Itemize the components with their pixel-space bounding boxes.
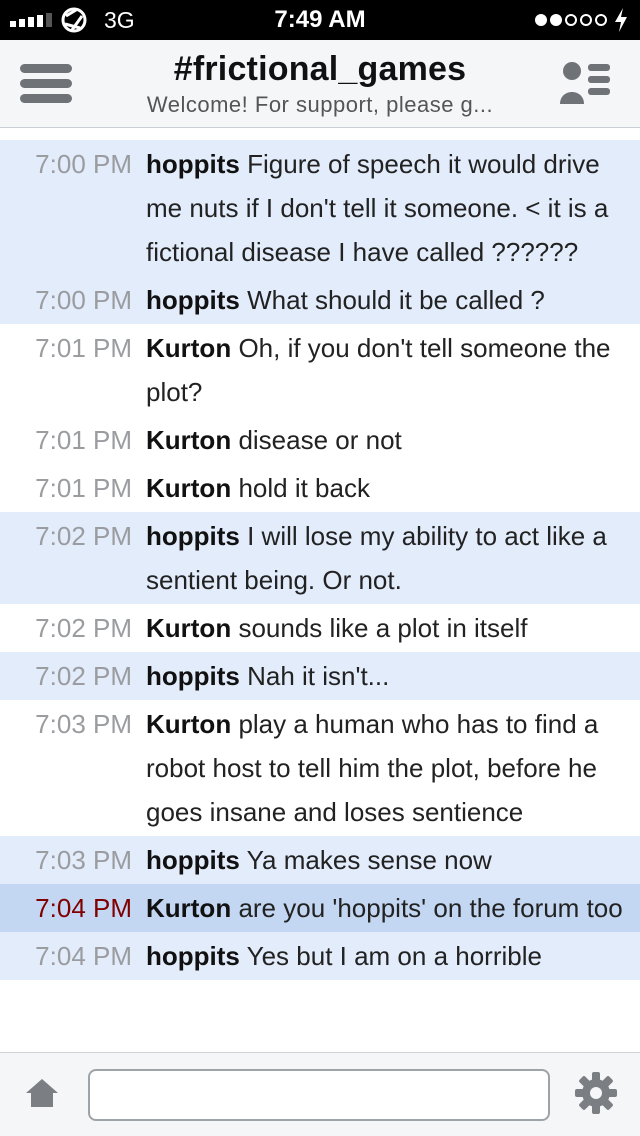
home-icon[interactable] xyxy=(24,1075,60,1111)
message-text: are you 'hoppits' on the forum too xyxy=(238,893,623,923)
message-nick[interactable]: Kurton xyxy=(146,473,231,503)
message-time: 7:02 PM xyxy=(35,521,132,551)
message-row[interactable]: 7:02 PM hoppits Nah it isn't... xyxy=(0,652,640,700)
message-text: Nah it isn't... xyxy=(247,661,390,691)
message-time: 7:02 PM xyxy=(35,661,132,691)
message-body: Kurton play a human who has to find a ro… xyxy=(146,702,640,834)
message-nick[interactable]: hoppits xyxy=(146,845,240,875)
input-bar xyxy=(0,1052,640,1136)
message-nick[interactable]: hoppits xyxy=(146,149,240,179)
message-row[interactable]: 7:02 PM hoppits I will lose my ability to… xyxy=(0,512,640,604)
message-row[interactable]: 7:01 PM Kurton Oh, if you don't tell some… xyxy=(0,324,640,416)
message-body: hoppits Ya makes sense now xyxy=(146,838,640,882)
channel-topic[interactable]: Welcome! For support, please g... xyxy=(0,92,640,118)
message-nick[interactable]: Kurton xyxy=(146,709,231,739)
message-body: Kurton disease or not xyxy=(146,418,640,462)
message-text: Yes but I am on a horrible xyxy=(246,941,542,971)
message-text: Ya makes sense now xyxy=(246,845,492,875)
message-nick[interactable]: hoppits xyxy=(146,941,240,971)
message-row[interactable]: 7:00 PM hoppits Figure of speech it would… xyxy=(0,140,640,276)
message-time: 7:03 PM xyxy=(35,709,132,739)
users-icon[interactable] xyxy=(558,60,610,108)
message-row[interactable]: 7:00 PM hoppits What should it be called … xyxy=(0,276,640,324)
irc-screen: 3G 7:49 AM #frictional_games Welcome! Fo… xyxy=(0,0,640,1136)
message-time: 7:01 PM xyxy=(35,425,132,455)
message-row[interactable]: 7:04 PM hoppits Yes but I am on a horribl… xyxy=(0,932,640,980)
message-nick[interactable]: Kurton xyxy=(146,333,231,363)
message-input[interactable] xyxy=(88,1069,550,1121)
message-body: Kurton are you 'hoppits' on the forum to… xyxy=(146,886,640,930)
message-row[interactable]: 7:03 PM hoppits Ya makes sense now xyxy=(0,836,640,884)
message-nick[interactable]: hoppits xyxy=(146,661,240,691)
channel-header: #frictional_games Welcome! For support, … xyxy=(0,40,640,128)
message-time: 7:00 PM xyxy=(35,285,132,315)
message-time: 7:01 PM xyxy=(35,473,132,503)
message-nick[interactable]: Kurton xyxy=(146,425,231,455)
message-time: 7:03 PM xyxy=(35,845,132,875)
message-body: Kurton Oh, if you don't tell someone the… xyxy=(146,326,640,414)
message-nick[interactable]: Kurton xyxy=(146,613,231,643)
message-row[interactable]: 7:01 PM Kurton hold it back xyxy=(0,464,640,512)
message-text: hold it back xyxy=(238,473,370,503)
charging-bolt-icon xyxy=(615,8,627,32)
message-body: hoppits Yes but I am on a horrible xyxy=(146,934,640,978)
message-nick[interactable]: hoppits xyxy=(146,285,240,315)
message-list[interactable]: 7:00 PM hoppits Figure of speech it would… xyxy=(0,140,640,1052)
status-bar: 3G 7:49 AM xyxy=(0,0,640,40)
message-time: 7:01 PM xyxy=(35,333,132,363)
message-time: 7:04 PM xyxy=(35,893,132,923)
message-body: hoppits Figure of speech it would drive … xyxy=(146,142,640,274)
battery-indicator xyxy=(535,0,628,40)
message-text: sounds like a plot in itself xyxy=(238,613,528,643)
message-text: What should it be called ? xyxy=(247,285,545,315)
gear-icon[interactable] xyxy=(574,1071,618,1115)
message-body: hoppits I will lose my ability to act li… xyxy=(146,514,640,602)
message-row[interactable]: 7:03 PM Kurton play a human who has to fi… xyxy=(0,700,640,836)
message-time: 7:00 PM xyxy=(35,149,132,179)
message-row[interactable]: 7:04 PM Kurton are you 'hoppits' on the f… xyxy=(0,884,640,932)
message-body: hoppits Nah it isn't... xyxy=(146,654,640,698)
message-nick[interactable]: hoppits xyxy=(146,521,240,551)
message-body: Kurton hold it back xyxy=(146,466,640,510)
message-time: 7:02 PM xyxy=(35,613,132,643)
message-body: hoppits What should it be called ? xyxy=(146,278,640,322)
message-time: 7:04 PM xyxy=(35,941,132,971)
message-row[interactable]: 7:01 PM Kurton disease or not xyxy=(0,416,640,464)
message-body: Kurton sounds like a plot in itself xyxy=(146,606,640,650)
message-row[interactable]: 7:02 PM Kurton sounds like a plot in itse… xyxy=(0,604,640,652)
message-nick[interactable]: Kurton xyxy=(146,893,231,923)
channel-title: #frictional_games xyxy=(173,50,467,88)
message-text: disease or not xyxy=(238,425,402,455)
